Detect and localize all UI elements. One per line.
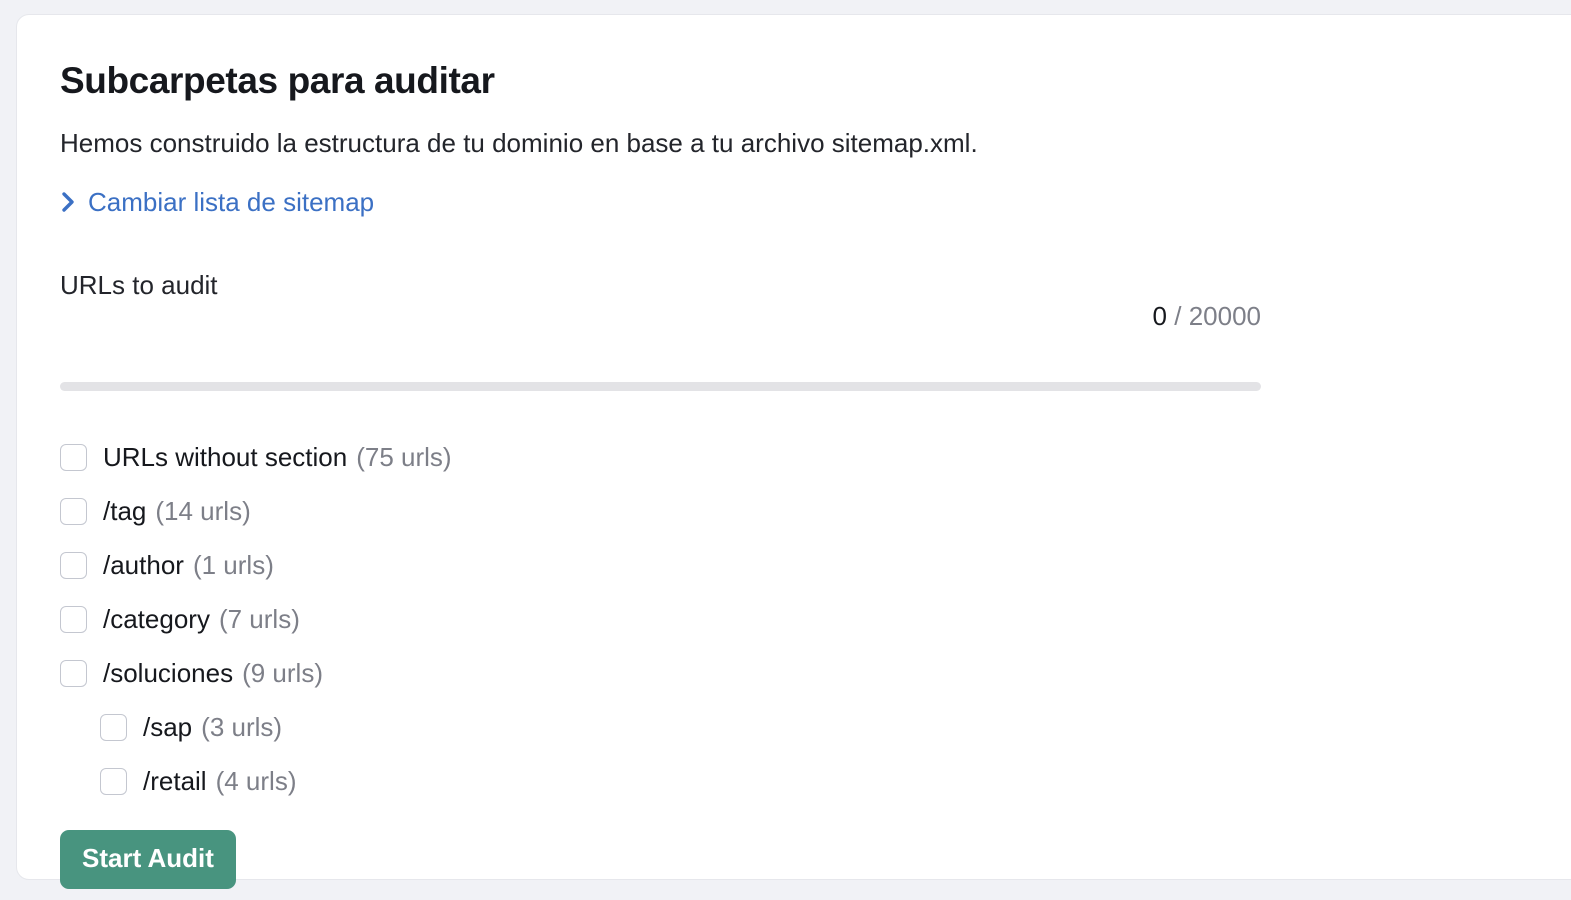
progress-label: URLs to audit: [60, 270, 218, 301]
change-sitemap-list-link[interactable]: Cambiar lista de sitemap: [60, 187, 374, 218]
change-sitemap-list-label: Cambiar lista de sitemap: [88, 186, 375, 217]
folder-label: /soluciones: [103, 657, 234, 688]
folder-url-count: (3 urls): [201, 711, 283, 742]
folder-row[interactable]: /retail (4 urls): [60, 754, 1571, 808]
progress-limit-value: 20000: [1188, 301, 1261, 332]
page-title: Subcarpetas para auditar: [60, 60, 495, 101]
start-audit-button[interactable]: Start Audit: [60, 830, 236, 889]
folder-url-count: (7 urls): [218, 603, 300, 634]
folder-checkbox[interactable]: [100, 767, 127, 795]
card-content: Subcarpetas para auditar Hemos construid…: [17, 15, 1571, 889]
folder-row[interactable]: /author (1 urls): [60, 538, 1571, 592]
urls-to-audit-progress: URLs to audit 0 / 20000: [60, 270, 1261, 392]
progress-bar-track: [60, 382, 1261, 392]
folder-checkbox-list: URLs without section (75 urls) /tag (14 url…: [60, 430, 1571, 808]
chevron-right-icon: [60, 189, 77, 215]
folder-url-count: (1 urls): [192, 549, 274, 580]
folder-label: /retail: [143, 765, 207, 796]
folder-checkbox[interactable]: [60, 659, 87, 687]
folder-url-count: (75 urls): [356, 441, 452, 472]
progress-current-value: 0: [1152, 301, 1168, 332]
page-root: Subcarpetas para auditar Hemos construid…: [0, 0, 1571, 900]
folder-row[interactable]: /category (7 urls): [60, 592, 1571, 646]
folder-row[interactable]: /sap (3 urls): [60, 700, 1571, 754]
progress-separator: /: [1167, 301, 1189, 332]
folder-checkbox[interactable]: [60, 551, 87, 579]
folder-row[interactable]: /tag (14 urls): [60, 484, 1571, 538]
folder-checkbox[interactable]: [100, 713, 127, 741]
folder-label: /author: [103, 549, 184, 580]
folder-checkbox[interactable]: [60, 497, 87, 525]
folder-label: /tag: [103, 495, 147, 526]
folder-url-count: (14 urls): [155, 495, 251, 526]
folder-label: /category: [103, 603, 210, 634]
folder-label: /sap: [143, 711, 193, 742]
audit-folders-card: Subcarpetas para auditar Hemos construid…: [16, 14, 1571, 889]
folder-label: URLs without section: [103, 441, 348, 472]
folder-row[interactable]: /soluciones (9 urls): [60, 646, 1571, 700]
folder-row[interactable]: URLs without section (75 urls): [60, 430, 1571, 484]
progress-header: URLs to audit 0 / 20000: [60, 270, 1261, 363]
page-subtitle: Hemos construido la estructura de tu dom…: [60, 127, 978, 158]
progress-counts: 0 / 20000: [1066, 270, 1261, 363]
folder-url-count: (4 urls): [215, 765, 297, 796]
folder-url-count: (9 urls): [242, 657, 323, 688]
folder-checkbox[interactable]: [60, 443, 87, 471]
folder-checkbox[interactable]: [60, 605, 87, 633]
